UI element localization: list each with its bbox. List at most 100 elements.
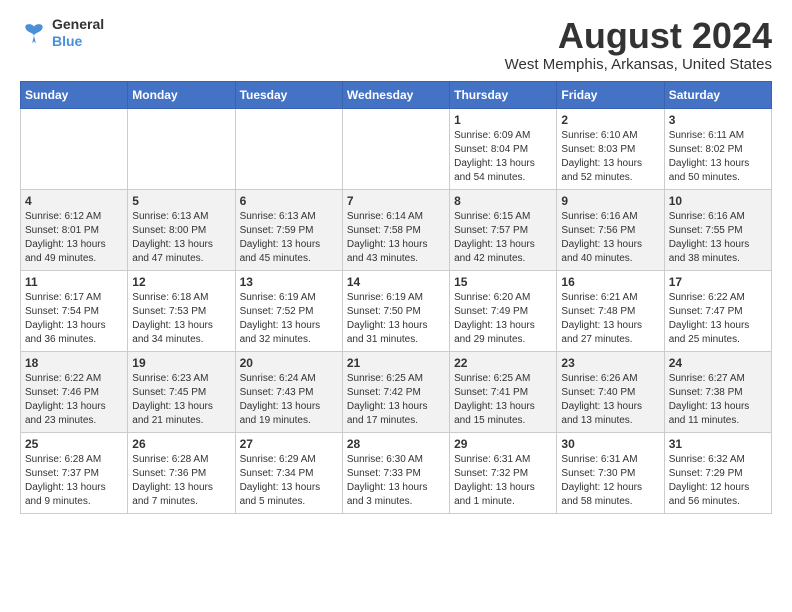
- calendar-body: 1Sunrise: 6:09 AM Sunset: 8:04 PM Daylig…: [21, 108, 772, 513]
- header-cell-sunday: Sunday: [21, 81, 128, 108]
- calendar-cell: [342, 108, 449, 189]
- calendar-cell: 1Sunrise: 6:09 AM Sunset: 8:04 PM Daylig…: [450, 108, 557, 189]
- header-cell-monday: Monday: [128, 81, 235, 108]
- header-row: SundayMondayTuesdayWednesdayThursdayFrid…: [21, 81, 772, 108]
- calendar-cell: 2Sunrise: 6:10 AM Sunset: 8:03 PM Daylig…: [557, 108, 664, 189]
- day-info: Sunrise: 6:16 AM Sunset: 7:55 PM Dayligh…: [669, 210, 767, 266]
- day-info: Sunrise: 6:15 AM Sunset: 7:57 PM Dayligh…: [454, 210, 552, 266]
- day-number: 25: [25, 437, 123, 451]
- day-info: Sunrise: 6:14 AM Sunset: 7:58 PM Dayligh…: [347, 210, 445, 266]
- week-row: 11 Sunrise: 6:17 AM Sunset: 7:54 PM Dayli…: [21, 270, 772, 351]
- header-cell-tuesday: Tuesday: [235, 81, 342, 108]
- day-info: Sunrise: 6:30 AM Sunset: 7:33 PM Dayligh…: [347, 453, 445, 509]
- day-number: 18: [25, 356, 123, 370]
- day-info: Sunrise: 6:28 AM Sunset: 7:37 PM Dayligh…: [25, 453, 123, 509]
- calendar-cell: 8Sunrise: 6:15 AM Sunset: 7:57 PM Daylig…: [450, 189, 557, 270]
- day-number: 16: [561, 275, 659, 289]
- day-info: Sunrise: 6:26 AM Sunset: 7:40 PM Dayligh…: [561, 372, 659, 428]
- calendar-cell: 24 Sunrise: 6:27 AM Sunset: 7:38 PM Dayli…: [664, 351, 771, 432]
- day-info: Sunrise: 6:13 AM Sunset: 8:00 PM Dayligh…: [132, 210, 230, 266]
- calendar-cell: 25 Sunrise: 6:28 AM Sunset: 7:37 PM Dayli…: [21, 432, 128, 513]
- calendar-cell: 4 Sunrise: 6:12 AM Sunset: 8:01 PM Daylig…: [21, 189, 128, 270]
- calendar-cell: 17Sunrise: 6:22 AM Sunset: 7:47 PM Dayli…: [664, 270, 771, 351]
- day-info: Sunrise: 6:19 AM Sunset: 7:50 PM Dayligh…: [347, 291, 445, 347]
- day-number: 20: [240, 356, 338, 370]
- day-info: Sunrise: 6:31 AM Sunset: 7:30 PM Dayligh…: [561, 453, 659, 509]
- calendar-cell: 14 Sunrise: 6:19 AM Sunset: 7:50 PM Dayli…: [342, 270, 449, 351]
- day-info: Sunrise: 6:13 AM Sunset: 7:59 PM Dayligh…: [240, 210, 338, 266]
- day-number: 23: [561, 356, 659, 370]
- day-info: Sunrise: 6:29 AM Sunset: 7:34 PM Dayligh…: [240, 453, 338, 509]
- day-info: Sunrise: 6:28 AM Sunset: 7:36 PM Dayligh…: [132, 453, 230, 509]
- logo-text: General Blue: [52, 16, 104, 50]
- day-number: 13: [240, 275, 338, 289]
- day-number: 14: [347, 275, 445, 289]
- header-cell-friday: Friday: [557, 81, 664, 108]
- calendar-cell: 27 Sunrise: 6:29 AM Sunset: 7:34 PM Dayli…: [235, 432, 342, 513]
- calendar-header: SundayMondayTuesdayWednesdayThursdayFrid…: [21, 81, 772, 108]
- day-number: 10: [669, 194, 767, 208]
- day-info: Sunrise: 6:27 AM Sunset: 7:38 PM Dayligh…: [669, 372, 767, 428]
- day-info: Sunrise: 6:11 AM Sunset: 8:02 PM Dayligh…: [669, 129, 767, 185]
- calendar-cell: 11 Sunrise: 6:17 AM Sunset: 7:54 PM Dayli…: [21, 270, 128, 351]
- day-info: Sunrise: 6:22 AM Sunset: 7:46 PM Dayligh…: [25, 372, 123, 428]
- day-info: Sunrise: 6:23 AM Sunset: 7:45 PM Dayligh…: [132, 372, 230, 428]
- calendar-cell: 10 Sunrise: 6:16 AM Sunset: 7:55 PM Dayli…: [664, 189, 771, 270]
- day-info: Sunrise: 6:17 AM Sunset: 7:54 PM Dayligh…: [25, 291, 123, 347]
- day-number: 27: [240, 437, 338, 451]
- logo: General Blue: [20, 16, 104, 50]
- day-number: 28: [347, 437, 445, 451]
- calendar-cell: 31Sunrise: 6:32 AM Sunset: 7:29 PM Dayli…: [664, 432, 771, 513]
- calendar-cell: 18 Sunrise: 6:22 AM Sunset: 7:46 PM Dayli…: [21, 351, 128, 432]
- day-number: 7: [347, 194, 445, 208]
- day-number: 12: [132, 275, 230, 289]
- calendar-table: SundayMondayTuesdayWednesdayThursdayFrid…: [20, 81, 772, 514]
- day-info: Sunrise: 6:25 AM Sunset: 7:41 PM Dayligh…: [454, 372, 552, 428]
- day-info: Sunrise: 6:16 AM Sunset: 7:56 PM Dayligh…: [561, 210, 659, 266]
- day-number: 11: [25, 275, 123, 289]
- day-number: 3: [669, 113, 767, 127]
- header-cell-wednesday: Wednesday: [342, 81, 449, 108]
- calendar-cell: 9Sunrise: 6:16 AM Sunset: 7:56 PM Daylig…: [557, 189, 664, 270]
- calendar-cell: 22 Sunrise: 6:25 AM Sunset: 7:41 PM Dayli…: [450, 351, 557, 432]
- calendar-cell: 19Sunrise: 6:23 AM Sunset: 7:45 PM Dayli…: [128, 351, 235, 432]
- day-number: 21: [347, 356, 445, 370]
- week-row: 18 Sunrise: 6:22 AM Sunset: 7:46 PM Dayli…: [21, 351, 772, 432]
- day-info: Sunrise: 6:24 AM Sunset: 7:43 PM Dayligh…: [240, 372, 338, 428]
- day-number: 30: [561, 437, 659, 451]
- calendar-cell: 30 Sunrise: 6:31 AM Sunset: 7:30 PM Dayli…: [557, 432, 664, 513]
- day-info: Sunrise: 6:25 AM Sunset: 7:42 PM Dayligh…: [347, 372, 445, 428]
- calendar-cell: 15Sunrise: 6:20 AM Sunset: 7:49 PM Dayli…: [450, 270, 557, 351]
- page-title: August 2024: [505, 16, 772, 56]
- calendar-cell: 6 Sunrise: 6:13 AM Sunset: 7:59 PM Daylig…: [235, 189, 342, 270]
- day-info: Sunrise: 6:20 AM Sunset: 7:49 PM Dayligh…: [454, 291, 552, 347]
- calendar-cell: 26 Sunrise: 6:28 AM Sunset: 7:36 PM Dayli…: [128, 432, 235, 513]
- day-info: Sunrise: 6:22 AM Sunset: 7:47 PM Dayligh…: [669, 291, 767, 347]
- day-number: 2: [561, 113, 659, 127]
- calendar-cell: 7 Sunrise: 6:14 AM Sunset: 7:58 PM Daylig…: [342, 189, 449, 270]
- calendar-cell: 3 Sunrise: 6:11 AM Sunset: 8:02 PM Daylig…: [664, 108, 771, 189]
- day-number: 26: [132, 437, 230, 451]
- calendar-cell: [235, 108, 342, 189]
- calendar-cell: 23 Sunrise: 6:26 AM Sunset: 7:40 PM Dayli…: [557, 351, 664, 432]
- calendar-cell: 16 Sunrise: 6:21 AM Sunset: 7:48 PM Dayli…: [557, 270, 664, 351]
- header-cell-thursday: Thursday: [450, 81, 557, 108]
- calendar-cell: 12Sunrise: 6:18 AM Sunset: 7:53 PM Dayli…: [128, 270, 235, 351]
- day-number: 29: [454, 437, 552, 451]
- day-info: Sunrise: 6:31 AM Sunset: 7:32 PM Dayligh…: [454, 453, 552, 509]
- day-info: Sunrise: 6:09 AM Sunset: 8:04 PM Dayligh…: [454, 129, 552, 185]
- title-area: August 2024 West Memphis, Arkansas, Unit…: [505, 16, 772, 73]
- day-number: 4: [25, 194, 123, 208]
- day-info: Sunrise: 6:12 AM Sunset: 8:01 PM Dayligh…: [25, 210, 123, 266]
- header: General Blue August 2024 West Memphis, A…: [20, 16, 772, 73]
- calendar-cell: 28 Sunrise: 6:30 AM Sunset: 7:33 PM Dayli…: [342, 432, 449, 513]
- day-number: 6: [240, 194, 338, 208]
- day-number: 22: [454, 356, 552, 370]
- day-number: 24: [669, 356, 767, 370]
- calendar-cell: 21 Sunrise: 6:25 AM Sunset: 7:42 PM Dayli…: [342, 351, 449, 432]
- day-number: 5: [132, 194, 230, 208]
- day-info: Sunrise: 6:19 AM Sunset: 7:52 PM Dayligh…: [240, 291, 338, 347]
- page-subtitle: West Memphis, Arkansas, United States: [505, 56, 772, 73]
- day-number: 31: [669, 437, 767, 451]
- day-info: Sunrise: 6:21 AM Sunset: 7:48 PM Dayligh…: [561, 291, 659, 347]
